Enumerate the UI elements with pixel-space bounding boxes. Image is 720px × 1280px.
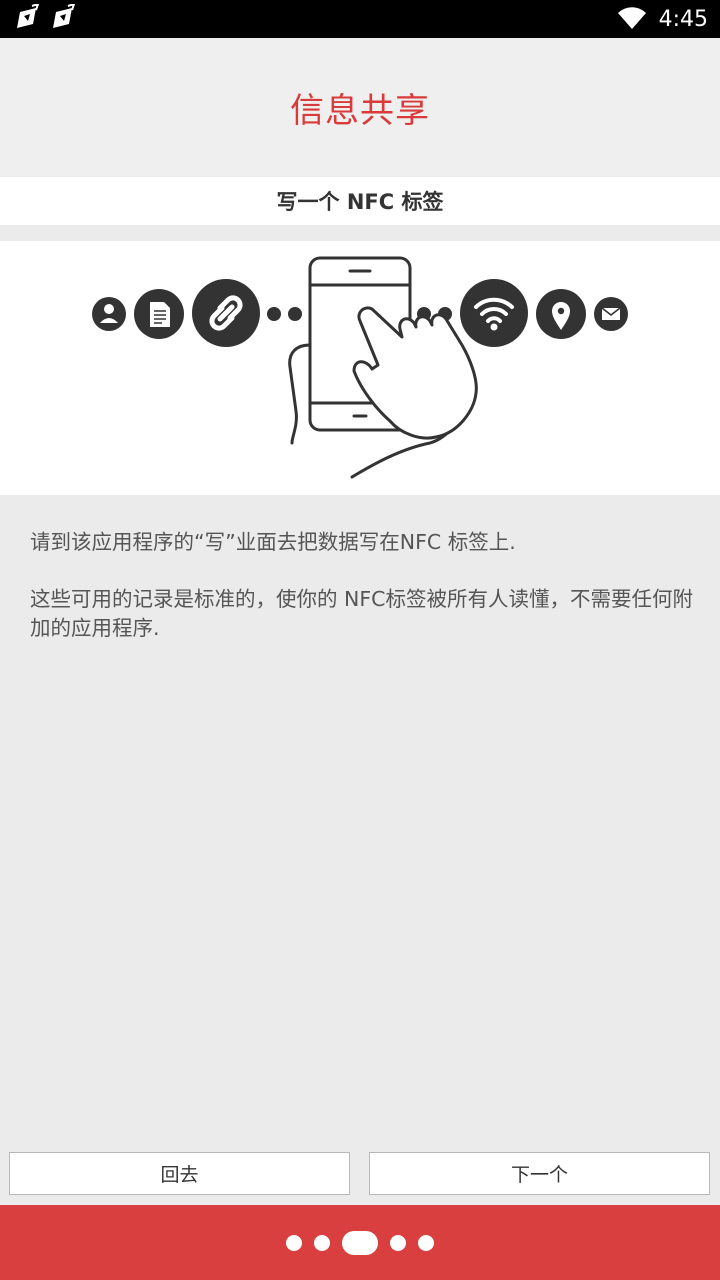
page-dot[interactable]	[286, 1234, 302, 1251]
wifi-icon	[617, 7, 646, 29]
description: 请到该应用程序的“写”业面去把数据写在NFC 标签上. 这些可用的记录是标准的，…	[30, 528, 695, 671]
email-icon	[594, 297, 628, 331]
document-icon	[134, 289, 184, 339]
link-icon	[192, 279, 260, 347]
app-notification-icon	[17, 4, 40, 28]
connection-dots-icon	[267, 307, 302, 321]
page-dot[interactable]	[418, 1234, 434, 1251]
page-dot[interactable]	[314, 1234, 330, 1251]
page-dot[interactable]	[390, 1234, 406, 1251]
status-bar: 4:45	[0, 0, 720, 38]
page-indicator	[0, 1205, 720, 1280]
description-line-1: 请到该应用程序的“写”业面去把数据写在NFC 标签上.	[30, 530, 516, 554]
page-dot-active[interactable]	[342, 1230, 378, 1255]
notification-icons	[14, 4, 76, 32]
back-button[interactable]: 回去	[9, 1152, 350, 1195]
subtitle-bar: 写一个 NFC 标签	[0, 177, 720, 225]
person-icon	[92, 297, 126, 331]
location-pin-icon	[536, 289, 586, 339]
app-notification-icon	[53, 4, 76, 28]
clock: 4:45	[658, 6, 708, 32]
description-line-2: 这些可用的记录是标准的，使你的 NFC标签被所有人读懂，不需要任何附加的应用程序…	[30, 587, 693, 640]
page-title: 信息共享	[290, 90, 430, 131]
page-header: 信息共享	[0, 38, 720, 176]
section-subtitle: 写一个 NFC 标签	[276, 190, 444, 214]
nfc-illustration	[0, 241, 720, 495]
wifi-icon	[460, 279, 528, 347]
next-button[interactable]: 下一个	[369, 1152, 710, 1195]
